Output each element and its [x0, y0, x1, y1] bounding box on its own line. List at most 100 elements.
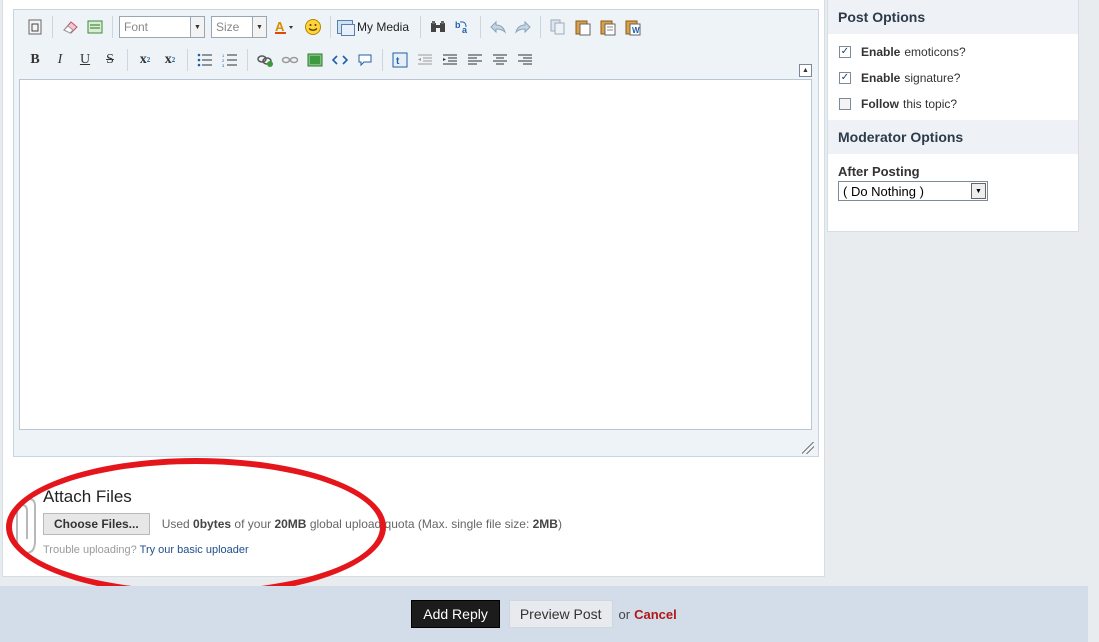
- find-replace-icon[interactable]: ba: [452, 16, 474, 38]
- emoticon-icon[interactable]: [302, 16, 324, 38]
- chevron-down-icon: ▼: [252, 17, 266, 37]
- subscript-label: x: [139, 52, 147, 67]
- option-follow-bold: Follow: [861, 96, 899, 111]
- align-right-icon[interactable]: [514, 49, 536, 71]
- attach-files-section: Attach Files Choose Files... Used 0bytes…: [43, 487, 643, 556]
- outdent-icon[interactable]: [414, 49, 436, 71]
- paste-word-icon[interactable]: W: [622, 16, 644, 38]
- attach-row: Choose Files... Used 0bytes of your 20MB…: [43, 513, 643, 535]
- font-select-label: Font: [124, 20, 149, 34]
- cancel-link[interactable]: Cancel: [634, 607, 677, 622]
- numbered-list-icon[interactable]: 123: [219, 49, 241, 71]
- my-media-label: My Media: [357, 20, 410, 34]
- paperclip-icon: [16, 498, 36, 555]
- paste-icon[interactable]: [572, 16, 594, 38]
- svg-text:3: 3: [222, 63, 225, 67]
- post-content-textarea[interactable]: [19, 79, 812, 430]
- my-media-button[interactable]: My Media: [337, 20, 410, 36]
- checkbox-follow[interactable]: [839, 97, 851, 110]
- post-options-header: Post Options: [828, 0, 1078, 34]
- resize-handle-icon[interactable]: [802, 442, 814, 454]
- preview-post-button[interactable]: Preview Post: [508, 600, 613, 628]
- toolbar-separator: [540, 16, 542, 38]
- checkbox-emoticons[interactable]: ✓: [839, 45, 851, 58]
- rich-text-editor: Font ▼ Size ▼ A My Media b a W B I U S x…: [13, 9, 819, 457]
- font-select[interactable]: Font ▼: [119, 16, 205, 38]
- unlink-icon[interactable]: [279, 49, 301, 71]
- toolbar-separator: [127, 49, 128, 71]
- subscript-button[interactable]: x2: [134, 49, 156, 71]
- chevron-down-icon: ▼: [971, 183, 986, 199]
- choose-files-button[interactable]: Choose Files...: [43, 513, 150, 535]
- or-text: or: [618, 606, 631, 622]
- bold-button[interactable]: B: [24, 49, 46, 71]
- quota-prefix: Used: [161, 517, 190, 531]
- option-follow-topic[interactable]: Follow this topic?: [839, 95, 1078, 112]
- attach-files-title: Attach Files: [43, 487, 132, 506]
- option-signature-text: signature?: [904, 70, 961, 85]
- copy-icon[interactable]: [547, 16, 569, 38]
- upload-quota-text: Used 0bytes of your 20MB global upload q…: [162, 517, 562, 531]
- editor-toolbar-top: Font ▼ Size ▼ A My Media b a W: [14, 12, 818, 42]
- after-posting-value: ( Do Nothing ): [843, 183, 924, 199]
- quota-mid: of your: [234, 517, 272, 531]
- option-enable-signature[interactable]: ✓ Enable signature?: [839, 69, 1078, 86]
- after-posting-label: After Posting: [838, 164, 920, 179]
- toolbar-separator: [247, 49, 248, 71]
- options-sidebar: Post Options ✓ Enable emoticons? ✓ Enabl…: [827, 0, 1079, 232]
- redo-icon[interactable]: [512, 16, 534, 38]
- svg-text:W: W: [632, 26, 640, 35]
- option-signature-bold: Enable: [861, 70, 901, 85]
- superscript-button[interactable]: x2: [159, 49, 181, 71]
- moderator-options-header: Moderator Options: [828, 120, 1078, 154]
- quota-max: 2MB: [532, 517, 558, 531]
- quota-used: 0bytes: [193, 517, 232, 531]
- quote-icon[interactable]: [354, 49, 376, 71]
- font-color-icon[interactable]: A: [273, 16, 299, 38]
- size-select-label: Size: [216, 20, 240, 34]
- toolbar-separator: [187, 49, 188, 71]
- after-posting-select[interactable]: ( Do Nothing ) ▼: [838, 181, 988, 201]
- collapse-toolbar-button[interactable]: ▲: [799, 64, 812, 77]
- indent-icon[interactable]: [439, 49, 461, 71]
- eraser-icon[interactable]: [59, 16, 81, 38]
- media-icon: [337, 20, 355, 36]
- undo-icon[interactable]: [487, 16, 509, 38]
- checkbox-signature[interactable]: ✓: [839, 71, 851, 84]
- link-icon[interactable]: [254, 49, 276, 71]
- form-actions-bar: Add Reply Preview Post or Cancel: [0, 586, 1088, 642]
- quota-total: 20MB: [274, 517, 307, 531]
- option-emoticons-text: emoticons?: [904, 44, 966, 59]
- add-reply-button[interactable]: Add Reply: [411, 600, 500, 628]
- bullet-list-icon[interactable]: [194, 49, 216, 71]
- paste-text-icon[interactable]: [597, 16, 619, 38]
- source-icon[interactable]: [24, 16, 46, 38]
- align-left-icon[interactable]: [464, 49, 486, 71]
- binoculars-icon[interactable]: [427, 16, 449, 38]
- toolbar-separator: [382, 49, 383, 71]
- code-icon[interactable]: [329, 49, 351, 71]
- quota-suffix: global upload quota (Max. single file si…: [309, 517, 530, 531]
- chevron-down-icon: ▼: [190, 17, 204, 37]
- option-follow-text: this topic?: [903, 96, 958, 111]
- special-char-icon[interactable]: [84, 16, 106, 38]
- strikethrough-button[interactable]: S: [99, 49, 121, 71]
- size-select[interactable]: Size ▼: [211, 16, 267, 38]
- toolbar-separator: [420, 16, 422, 38]
- align-center-icon[interactable]: [489, 49, 511, 71]
- superscript-label: x: [164, 52, 172, 67]
- basic-uploader-link[interactable]: Try our basic uploader: [140, 544, 249, 556]
- page-scrollbar[interactable]: [1088, 0, 1099, 586]
- toolbar-separator: [480, 16, 482, 38]
- option-enable-emoticons[interactable]: ✓ Enable emoticons?: [839, 43, 1078, 60]
- quota-close: ): [557, 517, 562, 531]
- italic-button[interactable]: I: [49, 49, 71, 71]
- underline-button[interactable]: U: [74, 49, 96, 71]
- image-icon[interactable]: [304, 49, 326, 71]
- trouble-uploading: Trouble uploading? Try our basic uploade…: [43, 544, 643, 556]
- svg-text:a: a: [462, 25, 468, 35]
- toolbar-separator: [52, 16, 53, 38]
- spoiler-icon[interactable]: t: [389, 49, 411, 71]
- toolbar-separator: [330, 16, 331, 38]
- toolbar-separator: [112, 16, 113, 38]
